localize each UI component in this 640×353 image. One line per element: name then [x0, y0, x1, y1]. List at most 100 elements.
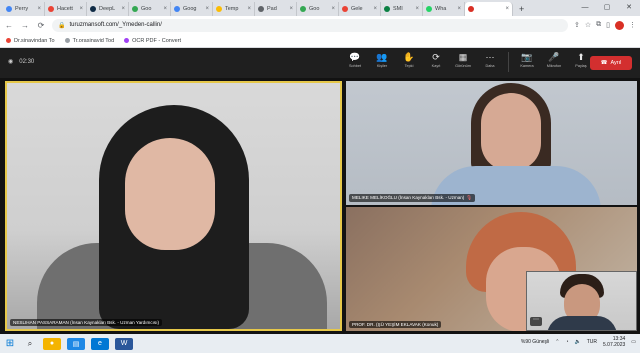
bookmark-item[interactable]: Tr.orasinavid Tod: [64, 37, 115, 44]
participant-name-text: MELIKE MELİKOĞLU (İnsan Kaynakları Bsk. …: [352, 195, 465, 200]
browser-tab[interactable]: ×: [465, 2, 513, 16]
tab-favicon-icon: [426, 6, 432, 12]
bookmark-item[interactable]: OCR PDF - Convert: [124, 38, 181, 44]
browser-tab[interactable]: Temp ×: [213, 2, 255, 16]
volume-icon[interactable]: 🔈: [575, 339, 581, 345]
browser-tab[interactable]: Hacett ×: [45, 2, 87, 16]
people-button[interactable]: 👥 Kişiler: [371, 52, 393, 72]
address-bar: ← → ⟳ 🔒 turuzmansoft.com/_Ymeden-callin/…: [0, 16, 640, 34]
browser-tab[interactable]: Pad ×: [255, 2, 297, 16]
browser-tab[interactable]: Perry ×: [3, 2, 45, 16]
tool-label: Tepki: [404, 64, 414, 68]
meeting-tools: 💬 Sohbet 👥 Kişiler ✋ Tepki ⟳ Kayıt ▦ Görünüm ⋯ Daha…: [344, 52, 592, 72]
tab-favicon-icon: [216, 6, 222, 12]
profile-avatar[interactable]: [615, 20, 624, 30]
tab-close-icon[interactable]: ×: [247, 6, 251, 12]
more-button[interactable]: ⋯ Daha: [479, 52, 501, 72]
tab-favicon-icon: [6, 6, 12, 12]
leave-button[interactable]: ☎ Ayrıl: [590, 56, 632, 70]
wifi-icon[interactable]: ◔: [565, 339, 568, 345]
video-tile-self[interactable]: [526, 271, 637, 331]
shield-icon: ◉: [8, 59, 14, 65]
tab-favicon-icon: [48, 6, 54, 12]
browser-tab[interactable]: Gele ×: [339, 2, 381, 16]
bookmark-star-icon[interactable]: ☆: [585, 21, 591, 29]
video-tile-main[interactable]: NESLIHAN PASSARAMAN (İnsan Kaynakları Bs…: [5, 81, 342, 331]
sidepanel-icon[interactable]: ▯: [606, 21, 610, 29]
tab-close-icon[interactable]: ×: [373, 6, 377, 12]
bookmark-item[interactable]: Dr.sinavindan To: [6, 38, 55, 44]
mic-button[interactable]: 🎤 Mikrofon: [543, 52, 565, 72]
browser-tab[interactable]: Wha ×: [423, 2, 465, 16]
close-window-button[interactable]: ✕: [618, 0, 640, 16]
maximize-button[interactable]: ▢: [596, 0, 618, 16]
tab-title: Wha: [435, 6, 447, 12]
new-tab-button[interactable]: +: [513, 2, 530, 16]
bookmark-label: Tr.orasinavid Tod: [72, 37, 115, 44]
chat-button[interactable]: 💬 Sohbet: [344, 52, 366, 72]
video-tile-top-right[interactable]: MELIKE MELİKOĞLU (İnsan Kaynakları Bsk. …: [346, 81, 637, 205]
share-button[interactable]: ⬆ Paylaş: [570, 52, 592, 72]
tab-close-icon[interactable]: ×: [415, 6, 419, 12]
tab-close-icon[interactable]: ×: [289, 6, 293, 12]
tab-close-icon[interactable]: ×: [163, 6, 167, 12]
share-icon: ⬆: [577, 52, 585, 62]
browser-tab[interactable]: Goo ×: [297, 2, 339, 16]
tab-close-icon[interactable]: ×: [37, 6, 41, 12]
clock[interactable]: 13:34 5.07.2023: [603, 336, 625, 348]
tab-close-icon[interactable]: ×: [121, 6, 125, 12]
notification-icon[interactable]: ▭: [631, 339, 636, 345]
back-icon[interactable]: ←: [4, 21, 14, 30]
tab-title: Pad: [267, 6, 277, 12]
browser-tab[interactable]: SMI ×: [381, 2, 423, 16]
rooms-button[interactable]: ⟳ Kayıt: [425, 52, 447, 72]
participant-body: [547, 316, 617, 330]
share-page-icon[interactable]: ⇪: [574, 21, 580, 29]
hand-button[interactable]: ✋ Tepki: [398, 52, 420, 72]
window-controls: — ▢ ✕: [574, 0, 640, 16]
tool-label: Kişiler: [376, 64, 388, 68]
meeting-toolbar: ◉ 02:30 💬 Sohbet 👥 Kişiler ✋ Tepki ⟳ Kayıt ▦ Görü…: [0, 48, 640, 78]
search-icon[interactable]: ⌕: [20, 339, 40, 349]
camera-button[interactable]: 📷 Kamera: [516, 52, 538, 72]
reload-icon[interactable]: ⟳: [36, 21, 46, 30]
tab-title: SMI: [393, 6, 403, 12]
tab-close-icon[interactable]: ×: [457, 6, 461, 12]
menu-icon[interactable]: ⋮: [629, 21, 636, 29]
tab-favicon-icon: [174, 6, 180, 12]
windows-start-icon[interactable]: ⊞: [0, 338, 20, 349]
chrome-taskbar-icon[interactable]: ●: [43, 337, 61, 350]
clock-date: 5.07.2023: [603, 342, 626, 348]
video-stage: NESLIHAN PASSARAMAN (İnsan Kaynakları Bs…: [0, 78, 640, 334]
participant-name-top-right: MELIKE MELİKOĞLU (İnsan Kaynakları Bsk. …: [349, 194, 476, 202]
view-button[interactable]: ▦ Görünüm: [452, 52, 474, 72]
tab-close-icon[interactable]: ×: [79, 6, 83, 12]
browser-tab[interactable]: Goo ×: [129, 2, 171, 16]
tab-close-icon[interactable]: ×: [505, 6, 509, 12]
rooms-icon: ⟳: [432, 52, 440, 62]
forward-icon[interactable]: →: [20, 21, 30, 30]
extensions-icon[interactable]: ⧉: [596, 21, 601, 29]
tile-more-options-button[interactable]: ⋯: [530, 317, 542, 326]
language-indicator[interactable]: TUR: [587, 339, 597, 345]
browser-tab[interactable]: DeepL ×: [87, 2, 129, 16]
tab-title: Hacett: [57, 6, 73, 12]
tab-favicon-icon: [468, 6, 474, 12]
tab-close-icon[interactable]: ×: [331, 6, 335, 12]
file-explorer-icon[interactable]: ▤: [67, 337, 85, 350]
tab-favicon-icon: [384, 6, 390, 12]
system-tray: %90 Güneşli ⌃ ◔ 🔈 TUR 13:34 5.07.2023 ▭: [521, 336, 636, 348]
tab-close-icon[interactable]: ×: [205, 6, 209, 12]
url-input[interactable]: 🔒 turuzmansoft.com/_Ymeden-callin/: [52, 18, 568, 32]
camera-icon: 📷: [521, 52, 533, 62]
tool-label: Görünüm: [455, 64, 471, 68]
edge-taskbar-icon[interactable]: e: [91, 337, 109, 350]
tab-favicon-icon: [258, 6, 264, 12]
chevron-up-icon[interactable]: ⌃: [555, 339, 559, 345]
mic-off-icon: 🎙: [466, 195, 473, 200]
lock-icon: 🔒: [58, 22, 66, 29]
browser-tab[interactable]: Goog ×: [171, 2, 213, 16]
minimize-button[interactable]: —: [574, 0, 596, 16]
word-taskbar-icon[interactable]: W: [115, 337, 133, 350]
tab-favicon-icon: [300, 6, 306, 12]
